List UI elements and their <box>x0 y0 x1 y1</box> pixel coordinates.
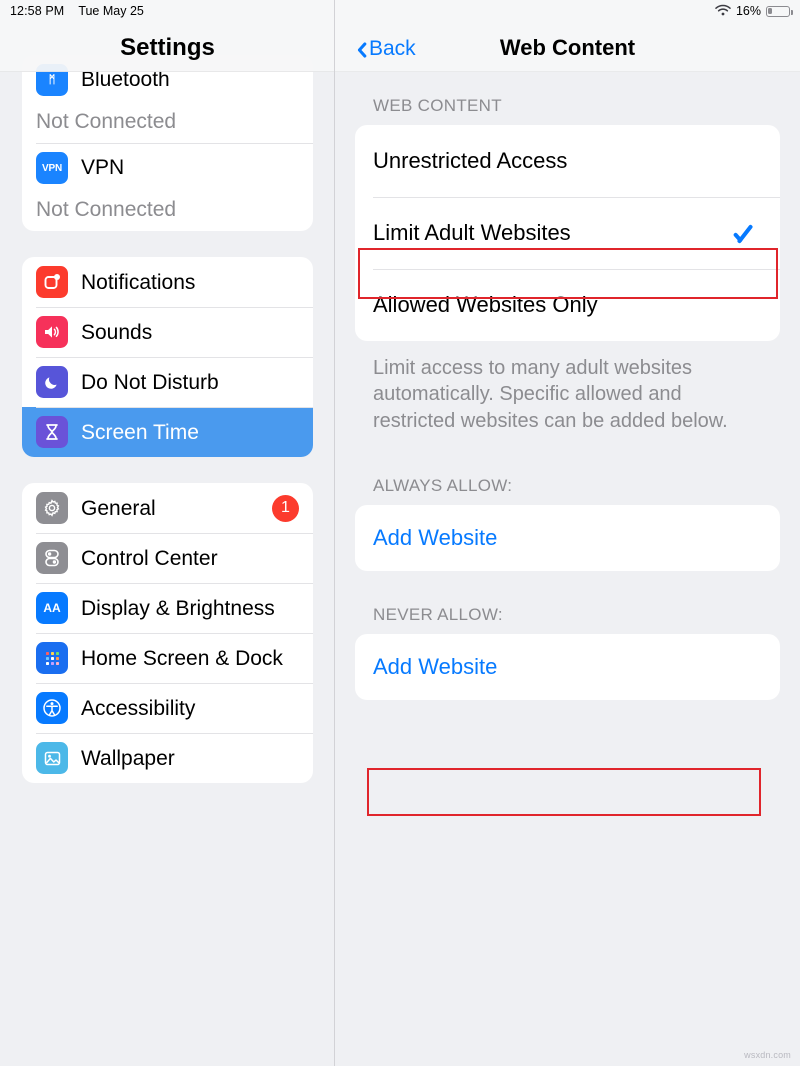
option-limit-adult-websites[interactable]: Limit Adult Websites <box>355 197 780 269</box>
sidebar-item-label: Screen Time <box>81 420 199 444</box>
status-bar: 12:58 PM Tue May 25 16% <box>0 0 800 22</box>
sidebar-item-screen-time[interactable]: Screen Time <box>22 407 313 458</box>
never-allow-add-website[interactable]: Add Website <box>355 634 780 700</box>
status-right-cluster: 16% <box>715 0 793 22</box>
chevron-left-icon <box>353 40 364 59</box>
settings-sidebar: ᛗ Bluetooth Not Connected VPN VPN Not Co… <box>0 0 335 1066</box>
sidebar-item-do-not-disturb[interactable]: Do Not Disturb <box>22 357 313 407</box>
sidebar-item-general[interactable]: General 1 <box>22 483 313 533</box>
watermark: wsxdn.com <box>744 1050 791 1060</box>
sidebar-item-label: Notifications <box>81 270 196 294</box>
web-content-options-card: Unrestricted Access Limit Adult Websites… <box>355 125 780 341</box>
sidebar-item-label: Wallpaper <box>81 746 175 770</box>
sidebar-item-wallpaper[interactable]: Wallpaper <box>22 733 313 783</box>
checkmark-icon <box>734 220 760 246</box>
section-header-web-content: WEB CONTENT <box>373 96 502 115</box>
status-date: Tue May 25 <box>78 4 144 18</box>
control-center-icon <box>36 542 68 575</box>
status-time: 12:58 PM <box>10 4 65 18</box>
sidebar-item-label: Display & Brightness <box>81 596 275 620</box>
wifi-icon <box>715 4 731 19</box>
back-button[interactable]: Back <box>353 37 416 61</box>
sidebar-item-label: Control Center <box>81 546 218 570</box>
sidebar-group-system: Notifications Sounds Do Not Disturb Scre… <box>22 257 313 458</box>
page-title: Settings <box>120 34 215 61</box>
accessibility-icon <box>36 692 68 725</box>
wallpaper-icon <box>36 742 68 775</box>
always-allow-add-website[interactable]: Add Website <box>355 505 780 571</box>
notifications-icon <box>36 266 68 299</box>
sidebar-item-label: General <box>81 496 156 520</box>
sidebar-group-connectivity: ᛗ Bluetooth Not Connected VPN VPN Not Co… <box>22 55 313 232</box>
sidebar-item-label: Accessibility <box>81 696 196 720</box>
option-label: Unrestricted Access <box>373 148 568 173</box>
sidebar-item-label: Sounds <box>81 320 153 344</box>
home-screen-icon <box>36 642 68 675</box>
sidebar-item-label: Do Not Disturb <box>81 370 219 394</box>
detail-panel: Back Web Content WEB CONTENT Unrestricte… <box>335 0 800 1066</box>
gear-icon <box>36 492 68 525</box>
status-badge: 1 <box>272 494 299 522</box>
sidebar-group-device: General 1 Control Center AA Display & Br… <box>22 483 313 784</box>
sidebar-item-status: Not Connected <box>36 110 177 133</box>
speaker-icon <box>36 316 68 349</box>
sidebar-scroll-area[interactable]: ᛗ Bluetooth Not Connected VPN VPN Not Co… <box>0 0 334 1066</box>
battery-icon <box>766 5 793 17</box>
option-unrestricted-access[interactable]: Unrestricted Access <box>355 125 780 197</box>
web-content-description: Limit access to many adult websites auto… <box>373 357 728 432</box>
sidebar-item-status: Not Connected <box>36 198 177 222</box>
add-website-label: Add Website <box>373 525 498 551</box>
detail-body: WEB CONTENT Unrestricted Access Limit Ad… <box>335 72 800 701</box>
sidebar-item-accessibility[interactable]: Accessibility <box>22 683 313 733</box>
moon-icon <box>36 366 68 399</box>
hourglass-icon <box>36 416 68 449</box>
vpn-icon: VPN <box>36 152 68 185</box>
sidebar-item-home-screen-dock[interactable]: Home Screen & Dock <box>22 633 313 683</box>
sidebar-item-sounds[interactable]: Sounds <box>22 307 313 357</box>
back-button-label: Back <box>369 37 416 60</box>
never-allow-card: Add Website <box>355 634 780 701</box>
option-allowed-websites-only[interactable]: Allowed Websites Only <box>355 269 780 341</box>
display-brightness-icon: AA <box>36 592 68 625</box>
ipad-settings-screen: ᛗ Bluetooth Not Connected VPN VPN Not Co… <box>0 0 800 1066</box>
section-header-never-allow: NEVER ALLOW: <box>373 605 503 625</box>
sidebar-item-control-center[interactable]: Control Center <box>22 533 313 583</box>
option-label: Allowed Websites Only <box>373 292 598 317</box>
battery-percent: 16% <box>735 4 761 18</box>
sidebar-item-notifications[interactable]: Notifications <box>22 257 313 307</box>
add-website-label: Add Website <box>373 654 498 680</box>
sidebar-item-vpn[interactable]: VPN VPN Not Connected <box>22 143 313 231</box>
section-header-always-allow: ALWAYS ALLOW: <box>373 476 513 496</box>
sidebar-item-label: VPN <box>81 156 125 180</box>
sidebar-item-display-brightness[interactable]: AA Display & Brightness <box>22 583 313 633</box>
sidebar-item-label: Home Screen & Dock <box>81 646 283 670</box>
option-label: Limit Adult Websites <box>373 220 571 245</box>
always-allow-card: Add Website <box>355 505 780 572</box>
